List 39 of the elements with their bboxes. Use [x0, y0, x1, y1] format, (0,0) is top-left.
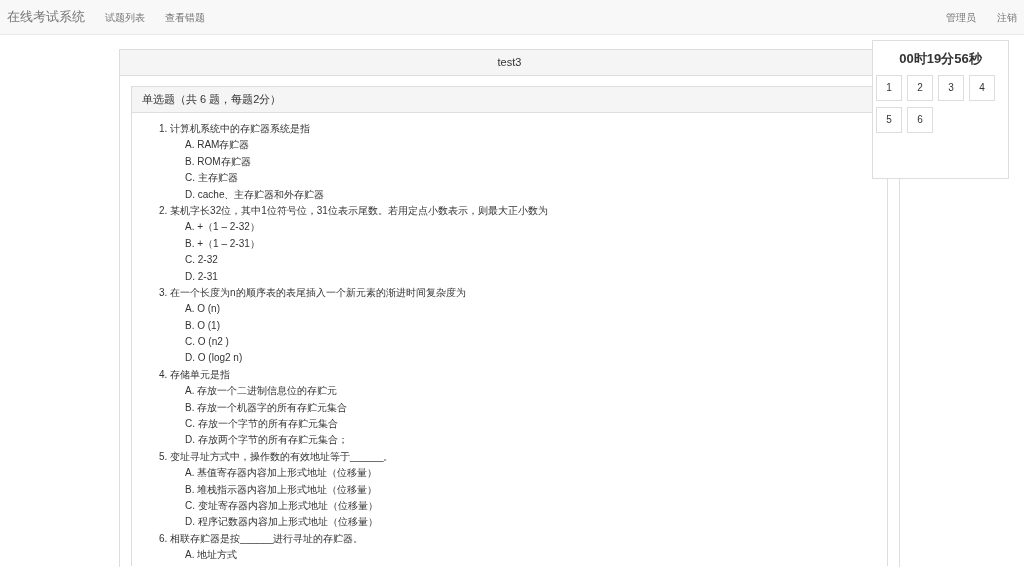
question-text: 2. 某机字长32位，其中1位符号位，31位表示尾数。若用定点小数表示，则最大正小数为	[159, 203, 549, 218]
option-text: A. 存放一个二进制信息位的存贮元	[184, 384, 339, 399]
nav-link[interactable]: 注销	[997, 9, 1017, 25]
nav-link[interactable]: 查看错题	[165, 9, 205, 25]
option-text: B. O (1)	[184, 318, 221, 333]
question-number-button[interactable]: 3	[938, 74, 964, 101]
option-text: D. 存放两个字节的所有存贮元集合；	[184, 433, 349, 448]
option-text: B. +（1 – 2-31）	[184, 236, 261, 251]
option-text: A. O (n)	[184, 302, 221, 317]
question-text: 4. 存储单元是指	[159, 367, 232, 382]
question-number-button[interactable]: 4	[969, 74, 995, 101]
site-brand[interactable]: 在线考试系统	[7, 7, 85, 27]
question-number-button[interactable]: 6	[907, 106, 933, 133]
option-text: B. 存放一个机器字的所有存贮元集合	[184, 400, 349, 415]
option-text: C. 存放一个字节的所有存贮元集合	[184, 417, 339, 432]
question-number-button[interactable]: 5	[876, 106, 902, 133]
option-text: C. 变址寄存器内容加上形式地址（位移量）	[184, 499, 379, 513]
option-text: C. 2-32	[184, 253, 219, 268]
question-text: 5. 变址寻址方式中，操作数的有效地址等于______。	[159, 449, 395, 464]
nav-link[interactable]: 管理员	[946, 9, 976, 25]
question-text: 6. 相联存贮器是按______进行寻址的存贮器。	[159, 531, 365, 546]
option-text: A. RAM存贮器	[184, 138, 251, 153]
option-text: D. cache、主存贮器和外存贮器	[184, 187, 326, 202]
question-number-button[interactable]: 1	[876, 74, 902, 101]
countdown-timer: 00时19分56秒	[898, 50, 983, 68]
option-text: A. +（1 – 2-32）	[184, 220, 261, 235]
option-text: B. 堆栈指示器内容加上形式地址（位移量）	[184, 482, 379, 497]
question-text: 1. 计算机系统中的存贮器系统是指	[159, 122, 312, 136]
nav-link[interactable]: 试题列表	[105, 9, 145, 25]
option-text: A. 基值寄存器内容加上形式地址（位移量）	[184, 466, 379, 481]
option-text: A. 地址方式	[184, 548, 239, 563]
option-text: C. 主存贮器	[184, 171, 239, 186]
option-text: B. ROM存贮器	[184, 154, 252, 169]
option-text: D. 2-31	[184, 269, 219, 284]
question-text: 3. 在一个长度为n的顺序表的表尾插入一个新元素的渐进时间复杂度为	[159, 285, 467, 300]
option-text: D. O (log2 n)	[184, 351, 244, 366]
option-text: C. O (n2 )	[184, 335, 230, 350]
question-number-button[interactable]: 2	[907, 74, 933, 101]
option-text: D. 程序记数器内容加上形式地址（位移量）	[184, 515, 379, 530]
